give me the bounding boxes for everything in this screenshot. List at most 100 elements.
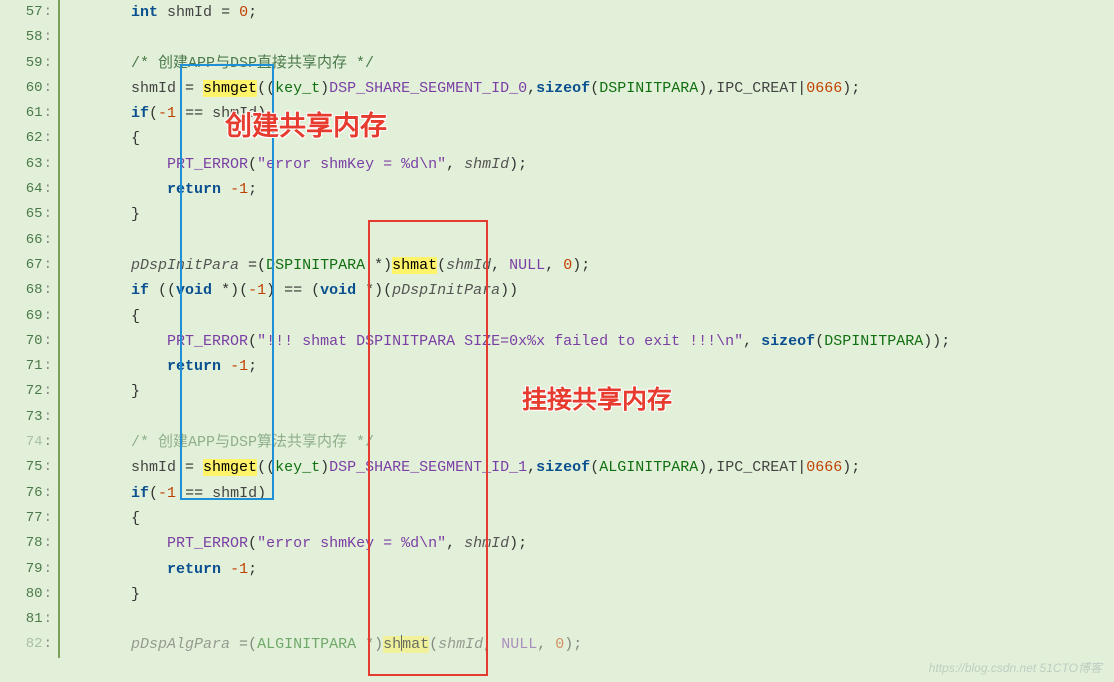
code-token: ) <box>320 459 329 476</box>
code-line: return -1; <box>60 354 1114 379</box>
code-token: == <box>176 105 212 122</box>
code-token: ( <box>248 535 257 552</box>
code-token: PRT_ERROR <box>167 156 248 173</box>
code-line: int shmId = 0; <box>60 0 1114 25</box>
line-number: 71 <box>0 354 58 379</box>
code-token: /* 创建APP与DSP直接共享内存 */ <box>131 55 374 72</box>
code-token: shmId <box>438 636 483 653</box>
code-token: ; <box>248 561 257 578</box>
code-token <box>212 4 221 21</box>
code-token: ( <box>248 156 257 173</box>
code-line: PRT_ERROR("error shmKey = %d\n", shmId); <box>60 152 1114 177</box>
line-number: 69 <box>0 304 58 329</box>
line-number: 62 <box>0 126 58 151</box>
code-line: if ((void *)(-1) == (void *)(pDspInitPar… <box>60 278 1114 303</box>
code-line: if(-1 == shmId) <box>60 481 1114 506</box>
code-token <box>68 636 131 653</box>
line-number: 82 <box>0 632 58 657</box>
code-token: == <box>176 485 212 502</box>
code-token: , <box>743 333 761 350</box>
code-line <box>60 607 1114 632</box>
line-number: 74 <box>0 430 58 455</box>
code-token: -1 <box>230 181 248 198</box>
code-token: | <box>797 80 806 97</box>
code-token: ) <box>257 485 266 502</box>
code-token: shmId <box>212 485 257 502</box>
code-token: if <box>131 282 149 299</box>
code-token: void <box>176 282 212 299</box>
code-token <box>68 358 167 375</box>
code-token: ); <box>842 80 860 97</box>
line-number: 80 <box>0 582 58 607</box>
code-token: , <box>446 535 464 552</box>
code-token: -1 <box>248 282 266 299</box>
code-token: ( <box>590 80 599 97</box>
code-token: if <box>131 105 149 122</box>
code-token: , <box>537 636 555 653</box>
code-token <box>68 434 131 451</box>
code-token <box>221 358 230 375</box>
code-token: ), <box>698 80 716 97</box>
code-token: )) <box>500 282 518 299</box>
code-token: ), <box>698 459 716 476</box>
code-token: *)( <box>212 282 248 299</box>
code-token: ALGINITPARA <box>599 459 698 476</box>
code-token: ); <box>572 257 590 274</box>
code-token: )); <box>923 333 950 350</box>
code-token: , <box>545 257 563 274</box>
code-token: ( <box>437 257 446 274</box>
code-token: shmget <box>203 80 257 97</box>
code-line: PRT_ERROR("error shmKey = %d\n", shmId); <box>60 531 1114 556</box>
code-token: sizeof <box>761 333 815 350</box>
code-token: (( <box>257 459 275 476</box>
code-token: *) <box>365 257 392 274</box>
code-token: /* 创建APP与DSP算法共享内存 */ <box>131 434 374 451</box>
code-token: ( <box>149 485 158 502</box>
code-token: "!!! shmat DSPINITPARA SIZE=0x%x failed … <box>257 333 743 350</box>
code-token: PRT_ERROR <box>167 535 248 552</box>
code-token: ); <box>509 156 527 173</box>
line-number: 64 <box>0 177 58 202</box>
code-token: 0 <box>555 636 564 653</box>
code-token: ) <box>257 105 266 122</box>
watermark: https://blog.csdn.net 51CTO博客 <box>929 659 1102 676</box>
code-token: shmId <box>167 4 212 21</box>
code-line: shmId = shmget((key_t)DSP_SHARE_SEGMENT_… <box>60 455 1114 480</box>
code-line: /* 创建APP与DSP算法共享内存 */ <box>60 430 1114 455</box>
code-token <box>68 535 167 552</box>
code-token: shmId <box>446 257 491 274</box>
code-token: IPC_CREAT <box>716 459 797 476</box>
line-number: 78 <box>0 531 58 556</box>
code-token <box>158 4 167 21</box>
code-token: IPC_CREAT <box>716 80 797 97</box>
code-token <box>68 4 131 21</box>
code-line: if(-1 == shmId) <box>60 101 1114 126</box>
line-number: 76 <box>0 481 58 506</box>
code-token: shmget <box>203 459 257 476</box>
code-token: mat <box>402 636 429 653</box>
code-token: = <box>176 459 203 476</box>
code-token <box>68 105 131 122</box>
code-token: sizeof <box>536 80 590 97</box>
code-token: return <box>167 561 221 578</box>
code-token: shmId <box>464 535 509 552</box>
code-token: , <box>446 156 464 173</box>
code-token: PRT_ERROR <box>167 333 248 350</box>
code-token: key_t <box>275 459 320 476</box>
code-line: return -1; <box>60 557 1114 582</box>
line-number: 75 <box>0 455 58 480</box>
code-token: return <box>167 358 221 375</box>
code-token <box>68 282 131 299</box>
code-token: ; <box>248 4 257 21</box>
code-line: } <box>60 379 1114 404</box>
code-token <box>221 181 230 198</box>
code-token: ( <box>429 636 438 653</box>
code-token: return <box>167 181 221 198</box>
code-token: = <box>176 80 203 97</box>
line-number: 66 <box>0 228 58 253</box>
code-token: =( <box>230 636 257 653</box>
code-token: DSPINITPARA <box>599 80 698 97</box>
code-token: *) <box>356 636 383 653</box>
code-line: } <box>60 202 1114 227</box>
code-token: DSPINITPARA <box>824 333 923 350</box>
